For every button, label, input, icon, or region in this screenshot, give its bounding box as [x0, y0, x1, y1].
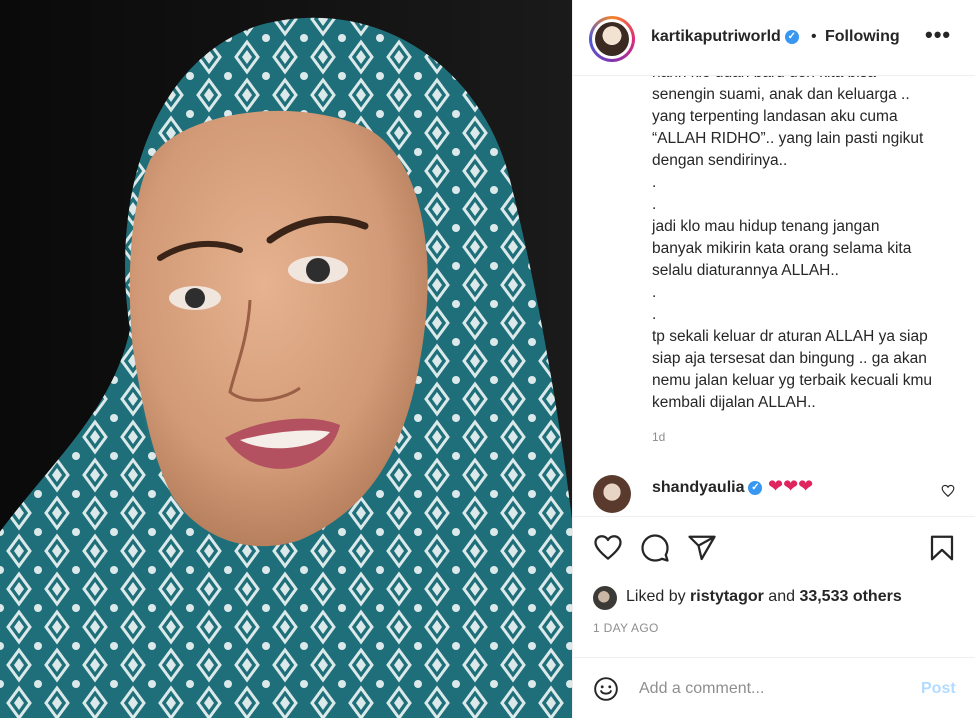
likes-prefix: Liked by [626, 588, 691, 605]
post-date[interactable]: 1 DAY AGO [593, 621, 659, 635]
share-icon[interactable] [687, 533, 719, 565]
caption-scroll-area[interactable]: hanh klo udah baru deh kita bisa senengi… [573, 76, 975, 516]
verified-badge-icon: ✓ [784, 29, 799, 44]
post-details-panel: kartikaputriworld✓ • Following ••• hanh … [572, 0, 975, 718]
likes-others-link[interactable]: 33,533 others [799, 588, 901, 605]
comment-button-icon [641, 534, 669, 562]
bookmark-icon[interactable] [927, 533, 959, 565]
liker-username[interactable]: ristytagor [690, 588, 764, 605]
verified-badge-icon: ✓ [748, 480, 763, 495]
like-button-icon [594, 535, 622, 560]
commenter-username-text[interactable]: shandyaulia [652, 479, 744, 496]
post-image [0, 0, 572, 718]
more-options-icon[interactable]: ••• [925, 22, 951, 48]
save-button-icon [930, 535, 954, 561]
share-button-icon [688, 535, 716, 561]
likes-text: Liked by ristytagor and 33,533 others [626, 588, 902, 606]
avatar-border [592, 19, 632, 59]
likes-middle: and [763, 588, 800, 605]
header-separator: • [811, 28, 817, 45]
commenter-avatar[interactable] [593, 475, 631, 513]
emoji-picker-icon [594, 677, 618, 701]
author-username[interactable]: kartikaputriworld ✓ [651, 28, 799, 46]
post-caption: hanh klo udah baru deh kita bisa senengi… [652, 76, 932, 411]
post-comment-button[interactable]: Post [921, 680, 956, 698]
post-header: kartikaputriworld ✓ • Following ••• [573, 0, 975, 76]
commenter-username[interactable]: shandyaulia ✓ [652, 479, 763, 497]
comment-input[interactable] [639, 676, 909, 702]
heart-icon[interactable] [593, 533, 625, 565]
post-photo[interactable] [0, 0, 572, 718]
emoji-icon[interactable] [593, 676, 619, 702]
caption-timestamp[interactable]: 1d [652, 430, 665, 444]
avatar-image [595, 22, 629, 56]
liker-avatar[interactable] [593, 586, 617, 610]
comment-icon[interactable] [640, 533, 672, 565]
author-username-text[interactable]: kartikaputriworld [651, 28, 781, 45]
add-comment-section: Post [573, 658, 975, 718]
following-button[interactable]: Following [825, 28, 900, 46]
heart-outline-icon[interactable] [941, 484, 955, 503]
comment-text: ❤❤❤ [768, 476, 814, 496]
author-avatar[interactable] [589, 16, 635, 62]
post-actions-bar [573, 517, 975, 577]
comment-like-heart-icon [941, 484, 955, 498]
